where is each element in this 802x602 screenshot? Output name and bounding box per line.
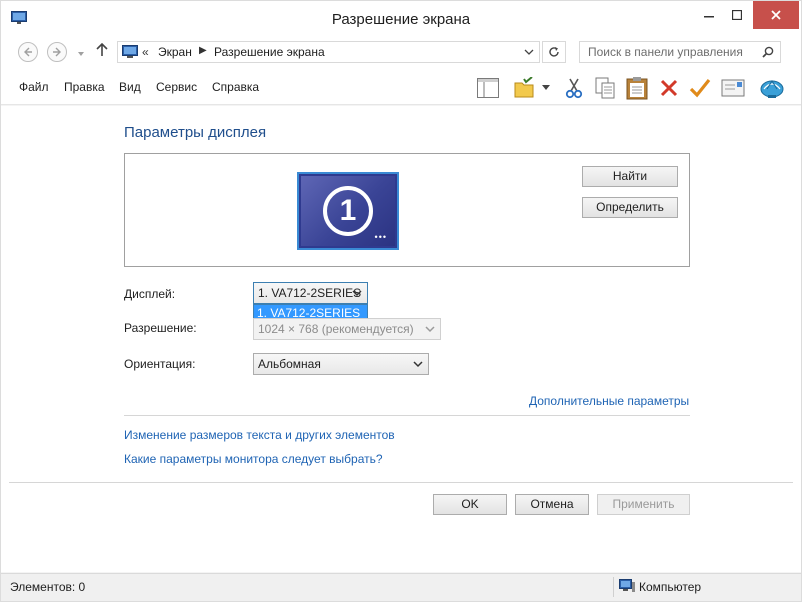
- orientation-select[interactable]: Альбомная: [253, 353, 429, 375]
- minimize-button[interactable]: [695, 1, 723, 29]
- menu-file[interactable]: Файл: [19, 80, 49, 94]
- chevron-down-icon[interactable]: [411, 357, 425, 371]
- delete-icon[interactable]: [656, 75, 682, 101]
- monitor-help-link[interactable]: Какие параметры монитора следует выбрать…: [124, 452, 383, 466]
- cancel-button[interactable]: Отмена: [515, 494, 589, 515]
- folder-options-icon[interactable]: [511, 75, 537, 101]
- divider: [124, 415, 690, 416]
- maximize-button[interactable]: [723, 1, 751, 29]
- shell-icon[interactable]: [759, 75, 785, 101]
- up-button[interactable]: [96, 42, 108, 60]
- refresh-button[interactable]: [542, 41, 566, 63]
- orientation-select-value: Альбомная: [258, 357, 321, 371]
- recent-locations-dropdown[interactable]: [77, 47, 85, 61]
- status-bar: Элементов: 0 Компьютер: [1, 573, 801, 601]
- find-button[interactable]: Найти: [582, 166, 678, 187]
- ok-button[interactable]: OK: [433, 494, 507, 515]
- display-select[interactable]: 1. VA712-2SERIES: [253, 282, 368, 304]
- orientation-label: Ориентация:: [124, 357, 196, 371]
- refresh-icon: [549, 47, 559, 57]
- breadcrumb-overflow[interactable]: «: [142, 45, 149, 59]
- computer-icon: [619, 579, 635, 596]
- apply-button[interactable]: Применить: [597, 494, 690, 515]
- menu-bar: Файл Правка Вид Сервис Справка: [1, 69, 801, 105]
- address-bar[interactable]: « Экран ▶ Разрешение экрана: [117, 41, 540, 63]
- menu-edit[interactable]: Правка: [64, 80, 105, 94]
- search-placeholder: Поиск в панели управления: [588, 45, 743, 59]
- main-content: Параметры дисплея 1 ••• Найти Определить…: [1, 106, 801, 572]
- navigation-bar: « Экран ▶ Разрешение экрана Поиск в пане…: [1, 37, 801, 69]
- arrow-up-icon: [96, 42, 108, 56]
- monitor-screen: 1 •••: [301, 176, 395, 246]
- chevron-down-icon: [524, 49, 534, 55]
- arrow-right-icon: [53, 47, 61, 57]
- back-button[interactable]: [18, 42, 38, 62]
- menu-help[interactable]: Справка: [212, 80, 259, 94]
- address-dropdown-button[interactable]: [519, 42, 539, 62]
- monitor-number: 1: [323, 186, 373, 236]
- monitor-1-thumbnail[interactable]: 1 •••: [297, 172, 399, 250]
- breadcrumb-screen[interactable]: Экран: [158, 45, 192, 59]
- breadcrumb-resolution[interactable]: Разрешение экрана: [214, 45, 325, 59]
- display-preview-area: 1 ••• Найти Определить: [124, 153, 690, 267]
- monitor-taskbar-dots: •••: [374, 232, 387, 242]
- email-icon[interactable]: [720, 75, 746, 101]
- divider: [9, 482, 793, 483]
- chevron-down-icon[interactable]: [539, 75, 553, 101]
- chevron-down-icon[interactable]: [423, 322, 437, 336]
- check-icon[interactable]: [687, 75, 713, 101]
- window-title: Разрешение экрана: [331, 11, 471, 28]
- search-icon[interactable]: [762, 46, 774, 61]
- control-panel-window: Разрешение экрана « Экран ▶ Разрешение э…: [0, 0, 802, 602]
- arrow-left-icon: [24, 47, 32, 57]
- monitor-icon: [122, 45, 138, 62]
- close-button[interactable]: [753, 1, 799, 29]
- page-title: Параметры дисплея: [124, 124, 267, 141]
- identify-button[interactable]: Определить: [582, 197, 678, 218]
- text-size-link[interactable]: Изменение размеров текста и других элеме…: [124, 428, 395, 442]
- layout-icon[interactable]: [475, 75, 501, 101]
- title-bar: Разрешение экрана: [1, 1, 801, 37]
- breadcrumb-arrow-icon[interactable]: ▶: [199, 45, 207, 56]
- divider: [613, 577, 614, 597]
- copy-icon[interactable]: [592, 75, 618, 101]
- cut-icon[interactable]: [561, 75, 587, 101]
- forward-button[interactable]: [47, 42, 67, 62]
- search-input[interactable]: Поиск в панели управления: [579, 41, 781, 63]
- display-select-value: 1. VA712-2SERIES: [258, 286, 362, 300]
- advanced-settings-link[interactable]: Дополнительные параметры: [529, 394, 689, 408]
- resolution-select[interactable]: 1024 × 768 (рекомендуется): [253, 318, 441, 340]
- resolution-select-value: 1024 × 768 (рекомендуется): [258, 322, 414, 336]
- paste-icon[interactable]: [624, 75, 650, 101]
- menu-view[interactable]: Вид: [119, 80, 141, 94]
- chevron-down-icon[interactable]: [350, 286, 364, 300]
- menu-tools[interactable]: Сервис: [156, 80, 197, 94]
- item-count: Элементов: 0: [10, 580, 86, 594]
- chevron-down-icon: [78, 52, 84, 56]
- resolution-label: Разрешение:: [124, 321, 197, 335]
- display-label: Дисплей:: [124, 287, 176, 301]
- location-label: Компьютер: [639, 580, 702, 594]
- close-icon: [771, 10, 781, 20]
